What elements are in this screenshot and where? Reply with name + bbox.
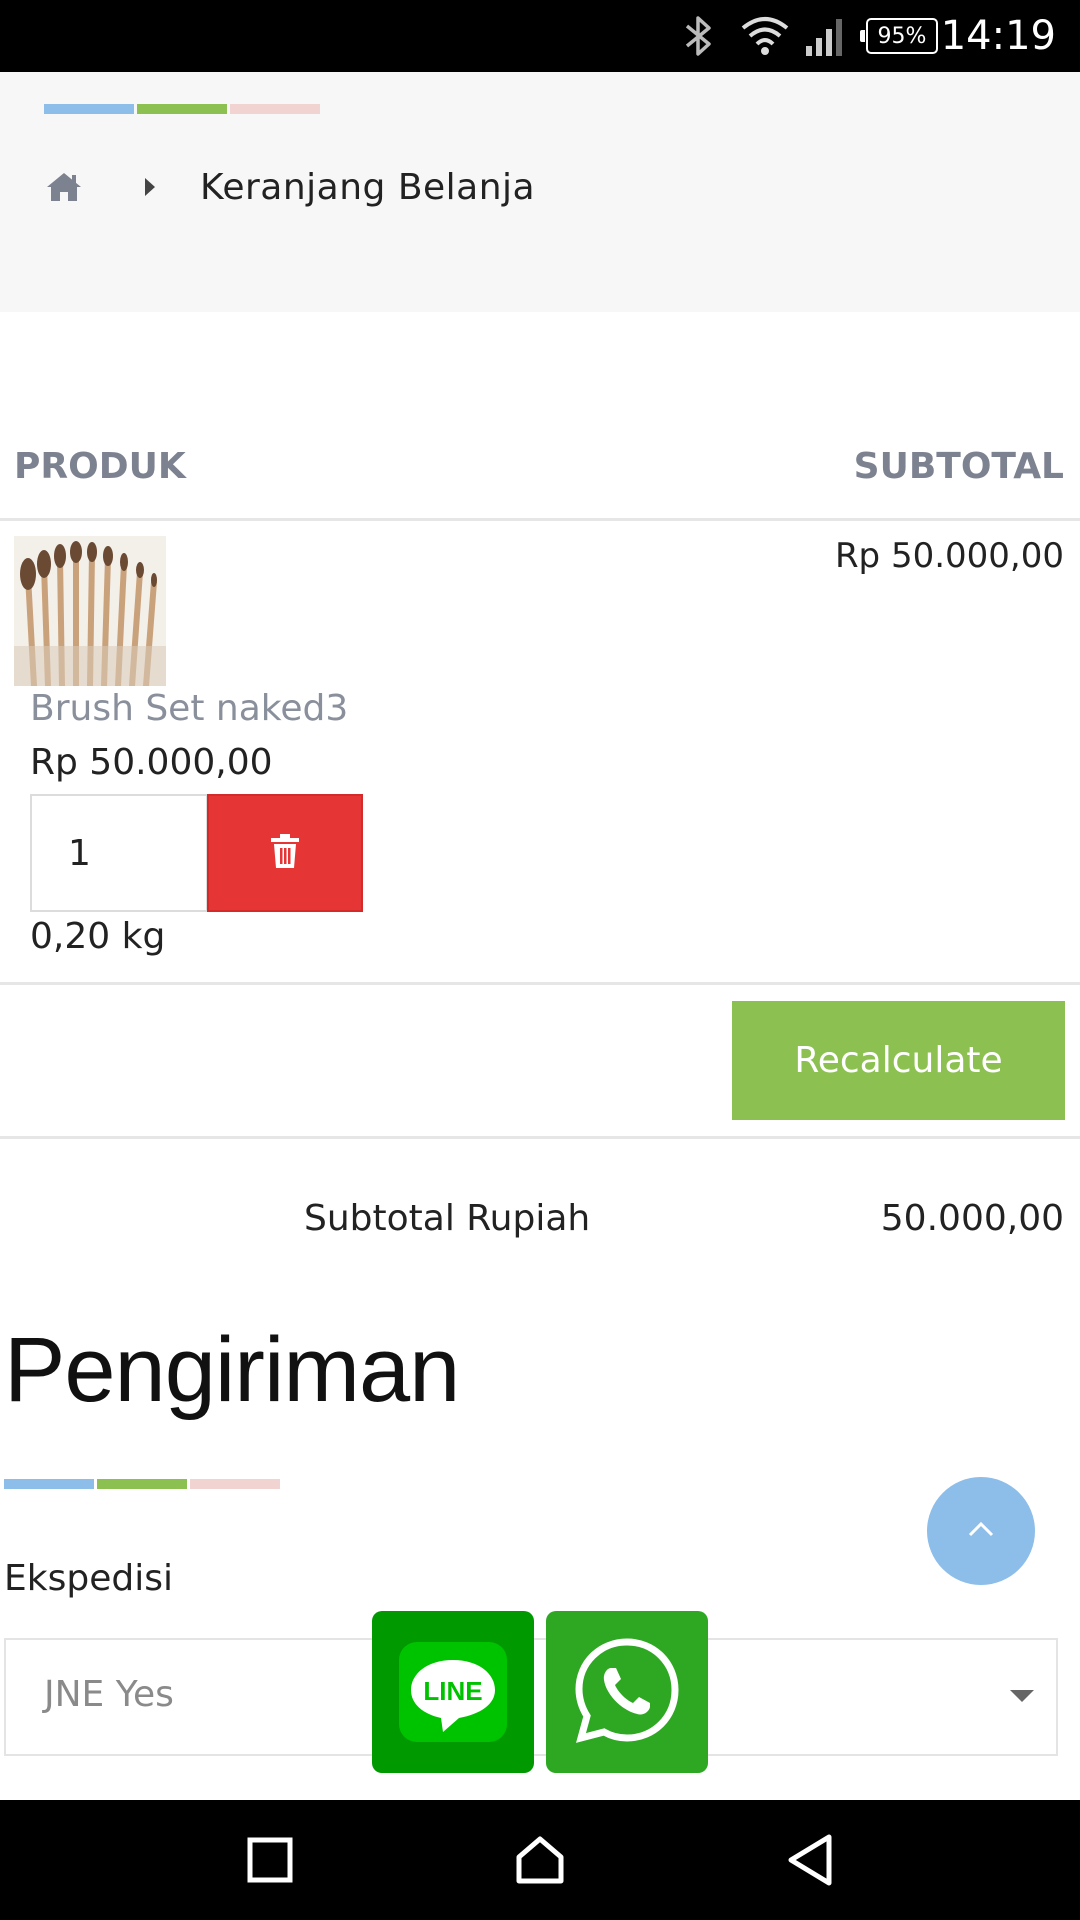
- battery-level: 95%: [877, 23, 927, 49]
- subtotal-value: 50.000,00: [880, 1198, 1064, 1239]
- courier-selected-value: JNE Yes: [44, 1674, 174, 1715]
- battery-icon: 95%: [860, 18, 938, 54]
- courier-label: Ekspedisi: [4, 1558, 173, 1599]
- bluetooth-icon: [682, 0, 722, 72]
- home-icon[interactable]: [44, 167, 84, 207]
- home-nav-icon[interactable]: [510, 1830, 570, 1890]
- column-header-subtotal: SUBTOTAL: [853, 446, 1064, 487]
- signal-icon: [804, 0, 850, 72]
- breadcrumb-current: Keranjang Belanja: [200, 166, 536, 208]
- subtotal-label: Subtotal Rupiah: [304, 1198, 591, 1239]
- line-logo-text: LINE: [423, 1676, 482, 1706]
- item-subtotal: Rp 50.000,00: [834, 536, 1064, 576]
- clock: 14:19: [940, 13, 1056, 59]
- quantity-value: 1: [68, 832, 91, 874]
- product-name-link[interactable]: Brush Set naked3: [30, 688, 348, 729]
- divider: [0, 518, 1080, 521]
- product-price: Rp 50.000,00: [30, 742, 273, 783]
- column-header-product: PRODUK: [14, 446, 186, 487]
- divider: [0, 1136, 1080, 1139]
- product-weight: 0,20 kg: [30, 916, 166, 957]
- trash-icon: [270, 834, 300, 872]
- chevron-down-icon: [1010, 1690, 1034, 1702]
- navigation-bar: [0, 1800, 1080, 1920]
- section-title-shipping: Pengiriman: [4, 1319, 460, 1421]
- section-accent-bar: [4, 1479, 280, 1489]
- wifi-icon: [740, 0, 796, 72]
- divider: [0, 982, 1080, 985]
- scroll-to-top-button[interactable]: [927, 1477, 1035, 1585]
- remove-item-button[interactable]: [207, 794, 363, 912]
- product-thumbnail[interactable]: [14, 536, 166, 686]
- header-accent-bar: [44, 104, 320, 114]
- status-bar: 95% 14:19: [0, 0, 1080, 72]
- breadcrumb: Keranjang Belanja: [44, 162, 535, 212]
- line-chat-button[interactable]: LINE: [372, 1611, 534, 1773]
- chevron-up-icon: [968, 1521, 994, 1541]
- recent-apps-icon[interactable]: [240, 1830, 300, 1890]
- back-icon[interactable]: [780, 1830, 840, 1890]
- recalculate-button[interactable]: Recalculate: [732, 1001, 1065, 1120]
- page-header: Keranjang Belanja: [0, 72, 1080, 312]
- quantity-input[interactable]: 1: [30, 794, 208, 912]
- whatsapp-icon: [571, 1634, 683, 1750]
- caret-right-icon: [140, 167, 160, 207]
- whatsapp-chat-button[interactable]: [546, 1611, 708, 1773]
